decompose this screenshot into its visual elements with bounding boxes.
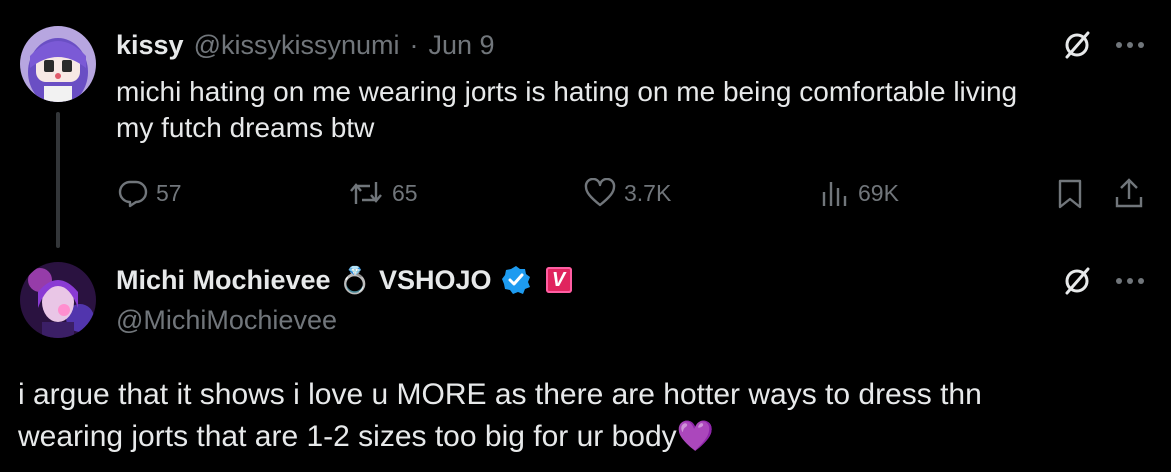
- tweet1-date[interactable]: Jun 9: [429, 30, 495, 61]
- bookmark-icon: [1058, 179, 1082, 209]
- michi-avatar[interactable]: [20, 262, 96, 338]
- tweet2-display-name[interactable]: Michi Mochievee: [116, 265, 331, 296]
- views-button[interactable]: 69K: [820, 178, 899, 208]
- tweet1-grok-button[interactable]: [1060, 28, 1094, 62]
- tweet2-name-suffix[interactable]: VSHOJO: [379, 265, 492, 296]
- reply-count: 57: [156, 179, 182, 206]
- thread-line: [56, 112, 60, 248]
- tweet2-text-line1: i argue that it shows i love u MORE as t…: [18, 378, 982, 411]
- tweet2-handle[interactable]: @MichiMochievee: [116, 305, 337, 336]
- grok-slash-icon: [1065, 267, 1090, 295]
- reply-button[interactable]: 57: [118, 178, 182, 208]
- like-icon: [584, 178, 616, 207]
- tweet2-text-line2-wrap: wearing jorts that are 1-2 sizes too big…: [18, 416, 1158, 458]
- views-icon: [822, 182, 847, 206]
- tweet1-text-line1: michi hating on me wearing jorts is hati…: [116, 76, 1018, 107]
- repost-button[interactable]: 65: [348, 178, 418, 208]
- more-dots-icon: [1116, 42, 1144, 48]
- affiliate-badge[interactable]: V: [545, 267, 572, 293]
- tweet1-handle[interactable]: @kissykissynumi: [194, 30, 400, 61]
- tweet1-more-button[interactable]: [1112, 30, 1148, 60]
- tweet1-separator: ·: [409, 30, 419, 60]
- like-button[interactable]: 3.7K: [584, 178, 671, 208]
- ring-icon: 💍: [338, 264, 371, 295]
- tweet2-text: i argue that it shows i love u MORE as t…: [18, 374, 1158, 458]
- michi-avatar-image: [20, 262, 96, 338]
- affiliate-badge-letter: V: [551, 268, 566, 291]
- tweet1-text: michi hating on me wearing jorts is hati…: [116, 74, 1136, 146]
- bookmark-button[interactable]: [1054, 178, 1086, 210]
- share-icon: [1115, 178, 1143, 208]
- kissy-avatar-image: [20, 26, 96, 102]
- tweet1-header: kissy @kissykissynumi · Jun 9: [116, 30, 495, 61]
- verified-icon[interactable]: [500, 264, 532, 296]
- share-button[interactable]: [1112, 176, 1146, 210]
- tweet1-text-line2: my futch dreams btw: [116, 112, 375, 143]
- tweet2-more-button[interactable]: [1112, 266, 1148, 296]
- tweet2-grok-button[interactable]: [1060, 264, 1094, 298]
- reply-icon: [118, 180, 148, 208]
- purple-heart-icon: 💜: [676, 420, 715, 453]
- grok-slash-icon: [1065, 31, 1090, 59]
- like-count: 3.7K: [624, 179, 672, 206]
- kissy-avatar[interactable]: [20, 26, 96, 102]
- tweet2-name-row: Michi Mochievee 💍 VSHOJO V: [116, 264, 572, 296]
- tweet2-text-line2: wearing jorts that are 1-2 sizes too big…: [18, 420, 677, 453]
- tweet1-display-name[interactable]: kissy: [116, 30, 184, 61]
- repost-count: 65: [392, 179, 418, 206]
- more-dots-icon: [1116, 278, 1144, 284]
- repost-icon: [350, 182, 382, 204]
- views-count: 69K: [858, 179, 899, 206]
